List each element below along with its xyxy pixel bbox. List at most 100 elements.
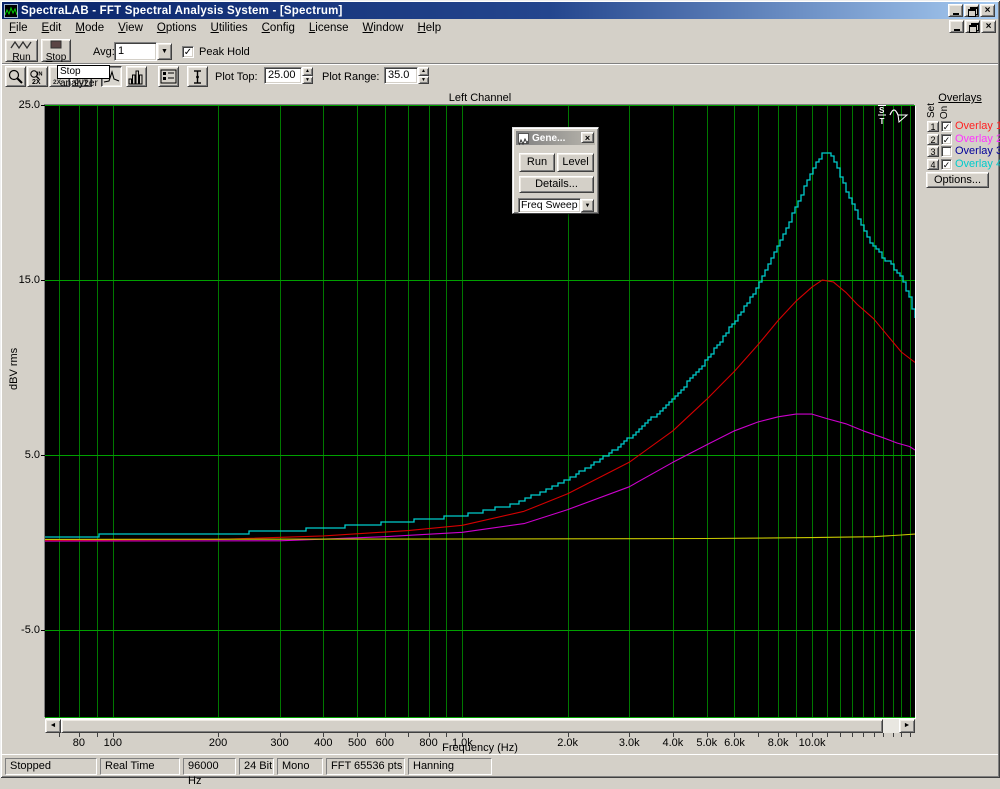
overlays-options-button[interactable]: Options...: [926, 172, 989, 188]
status-panel: Real Time: [100, 758, 180, 775]
display-options-button[interactable]: [158, 66, 179, 87]
bar-plot-button[interactable]: [126, 66, 147, 87]
y-tick-label: 15.0: [18, 274, 40, 287]
avg-select[interactable]: 1: [114, 42, 157, 61]
title-bar[interactable]: SpectraLAB - FFT Spectral Analysis Syste…: [2, 2, 998, 19]
overlay-on-checkbox-3[interactable]: [941, 146, 952, 158]
plot-top-input[interactable]: 25.00: [264, 67, 302, 84]
stop-button-label: Stop: [45, 52, 67, 63]
minimize-icon[interactable]: [948, 4, 963, 17]
status-panel: Mono: [277, 758, 323, 775]
overlay-set-button-3[interactable]: 3: [927, 146, 939, 158]
toolbar-plot: IN2X 2X OUT Plot Top: 25.00 ▲ ▼ Plot Ran…: [2, 65, 998, 90]
y-tick-label: 25.0: [18, 99, 40, 111]
generator-mode-dropdown-icon[interactable]: ▼: [581, 199, 594, 212]
menu-item-view[interactable]: View: [111, 21, 150, 35]
x-axis-title: Frequency (Hz): [442, 742, 518, 754]
menu-item-help[interactable]: Help: [410, 21, 448, 35]
spin-down-icon[interactable]: ▼: [418, 75, 429, 84]
marker-ibeam-icon: [194, 70, 201, 84]
list-settings-icon: [160, 69, 177, 84]
menu-item-edit[interactable]: Edit: [35, 21, 69, 35]
status-panel: Stopped: [5, 758, 97, 775]
overlay-on-checkbox-1[interactable]: ✓: [941, 121, 952, 132]
app-icon: [4, 3, 18, 18]
spin-up-icon[interactable]: ▲: [302, 67, 313, 76]
peak-hold-label: Peak Hold: [199, 46, 250, 58]
curve-overlay-2-magenta: [45, 413, 915, 542]
plot-range-spinner[interactable]: ▲ ▼: [418, 67, 429, 84]
status-panel: 24 Bit: [239, 758, 274, 775]
overlay-label-1: Overlay 1: [955, 120, 1000, 132]
menu-bar: File Edit Mode View Options Utilities Config Li…: [2, 19, 998, 36]
generator-run-button[interactable]: Run: [519, 153, 555, 172]
mdi-restore-icon[interactable]: [965, 20, 980, 33]
menu-item-options[interactable]: Options: [150, 21, 204, 35]
plot-range-label: Plot Range:: [322, 71, 380, 83]
menu-item-file[interactable]: File: [2, 21, 35, 35]
close-icon[interactable]: ×: [980, 4, 995, 17]
menu-item-window[interactable]: Window: [356, 21, 411, 35]
plot-top-label: Plot Top:: [215, 71, 258, 83]
spectrum-plot[interactable]: [45, 105, 915, 718]
svg-text:T: T: [880, 117, 885, 126]
overlay-label-2: Overlay 2: [955, 132, 1000, 145]
curve-overlay-1-red: [45, 279, 915, 541]
menu-item-license[interactable]: License: [302, 21, 356, 35]
plot-title: Left Channel: [448, 92, 512, 104]
menu-item-mode[interactable]: Mode: [68, 21, 111, 35]
scroll-left-icon[interactable]: ◄: [45, 719, 61, 733]
overlay-on-checkbox-2[interactable]: ✓: [941, 133, 952, 145]
curve-peak-hold-cyan: [45, 152, 915, 538]
y-tick-label: 5.0: [24, 449, 40, 462]
y-tick-mark: [41, 105, 45, 106]
menu-item-config[interactable]: Config: [255, 21, 302, 35]
spin-down-icon[interactable]: ▼: [302, 75, 313, 84]
avg-dropdown-icon[interactable]: ▼: [157, 43, 172, 60]
generator-details-button[interactable]: Details...: [519, 176, 594, 193]
scroll-right-icon[interactable]: ►: [899, 719, 915, 733]
magnifier-icon: [8, 69, 23, 84]
mdi-minimize-icon[interactable]: [949, 20, 964, 33]
overlay-label-4: Overlay 4: [955, 157, 1000, 170]
stop-button[interactable]: Stop: [41, 39, 71, 63]
generator-dialog[interactable]: Gene... × Run Level Details... Freq Swee…: [512, 127, 599, 214]
run-button[interactable]: Run: [5, 39, 38, 63]
overlays-col-set: Set: [926, 102, 938, 119]
overlay-set-button-1[interactable]: 1: [927, 121, 939, 132]
status-bar: Stopped Real Time 96000 Hz 24 Bit Mono FFT 65…: [2, 754, 998, 787]
avg-label: Avg:: [93, 46, 115, 58]
y-axis-title: dBV rms: [8, 347, 20, 390]
scrollbar-thumb[interactable]: [61, 719, 883, 733]
signal-source-icon: S T: [876, 104, 912, 128]
toolbar-main: Run Stop Avg: 1 ▼ ✓ Peak Hold: [2, 37, 998, 64]
bar-chart-icon: [128, 70, 143, 85]
zoom-button[interactable]: [5, 66, 26, 87]
status-panel: Hanning: [408, 758, 492, 775]
generator-dialog-title: Gene...: [532, 132, 566, 144]
svg-text:IN: IN: [37, 72, 43, 78]
plot-top-spinner[interactable]: ▲ ▼: [302, 67, 313, 84]
app-window: SpectraLAB - FFT Spectral Analysis Syste…: [0, 0, 1000, 787]
mdi-close-icon[interactable]: ×: [981, 20, 996, 33]
svg-text:S: S: [879, 106, 885, 115]
zoom-in-icon: IN2X: [30, 70, 43, 85]
run-button-label: Run: [12, 52, 31, 63]
spin-up-icon[interactable]: ▲: [418, 67, 429, 76]
horizontal-scrollbar[interactable]: ◄ ►: [45, 719, 915, 733]
menu-item-utilities[interactable]: Utilities: [204, 21, 255, 35]
generator-close-icon[interactable]: ×: [581, 132, 594, 143]
zoom-in-2x-button[interactable]: IN 2X: [27, 66, 48, 87]
overlay-set-button-2[interactable]: 2: [927, 133, 939, 145]
marker-button[interactable]: [187, 66, 208, 87]
overlay-on-checkbox-4[interactable]: ✓: [941, 158, 952, 170]
overlay-set-button-4[interactable]: 4: [927, 158, 939, 170]
tooltip: Stop analyzer: [57, 65, 110, 89]
curve-live-trace-yellow: [45, 533, 915, 540]
peak-hold-checkbox[interactable]: ✓: [182, 46, 194, 58]
generator-level-button[interactable]: Level: [557, 153, 594, 172]
y-tick-mark: [41, 280, 45, 281]
plot-range-input[interactable]: 35.0: [384, 67, 418, 84]
generator-mode-select[interactable]: Freq Sweep: [518, 198, 581, 213]
restore-icon[interactable]: [964, 4, 979, 17]
